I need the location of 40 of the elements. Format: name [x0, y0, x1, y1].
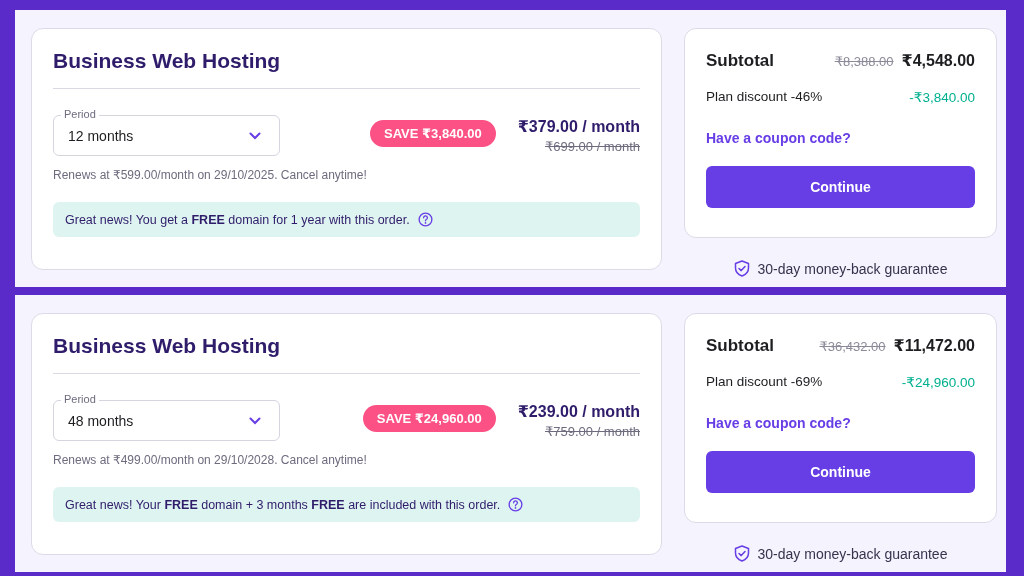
discount-label: Plan discount -46%	[706, 89, 823, 105]
continue-button[interactable]: Continue	[706, 451, 975, 493]
field-label: Period	[61, 107, 99, 121]
guarantee-text: 30-day money-back guarantee	[757, 545, 948, 562]
monthly-price: ₹379.00 / month	[517, 117, 640, 136]
monthly-price: ₹239.00 / month	[517, 402, 640, 421]
subtotal-label: Subtotal	[706, 51, 775, 71]
shield-check-icon	[733, 260, 750, 277]
continue-button[interactable]: Continue	[706, 166, 975, 208]
original-price: ₹759.00 / month	[545, 424, 640, 439]
chevron-down-icon	[249, 416, 261, 425]
dropdown-value: 12 months	[68, 127, 135, 144]
period-dropdown[interactable]: Period 48 months	[53, 392, 280, 441]
period-dropdown[interactable]: Period 12 months	[53, 107, 280, 156]
savings-badge: SAVE ₹3,840.00	[370, 120, 496, 147]
subtotal-label: Subtotal	[706, 336, 775, 356]
chevron-down-icon	[249, 131, 261, 140]
renewal-note: Renews at ₹599.00/month on 29/10/2025. Cancel anytime!	[53, 168, 368, 182]
renewal-note: Renews at ₹499.00/month on 29/10/2028. Cancel anytime!	[53, 453, 368, 467]
coupon-link[interactable]: Have a coupon code?	[706, 130, 975, 146]
coupon-link[interactable]: Have a coupon code?	[706, 415, 975, 431]
discount-label: Plan discount -69%	[706, 374, 823, 390]
subtotal-amount: ₹4,548.00	[901, 51, 975, 70]
discount-amount: -₹24,960.00	[901, 374, 975, 390]
plan-title: Business Web Hosting	[53, 334, 282, 358]
notice-text: Great news! Your FREE domain + 3 months FREE are included with this order.	[65, 497, 501, 512]
help-icon[interactable]	[417, 212, 433, 227]
field-label: Period	[61, 392, 99, 406]
shield-check-icon	[733, 545, 750, 562]
discount-amount: -₹3,840.00	[909, 89, 975, 105]
plan-title: Business Web Hosting	[53, 49, 282, 73]
notice-text: Great news! You get a FREE domain for 1 year with this order.	[65, 212, 410, 227]
original-subtotal: ₹8,388.00	[834, 54, 894, 69]
original-subtotal: ₹36,432.00	[819, 339, 886, 354]
help-icon[interactable]	[508, 497, 524, 512]
guarantee-text: 30-day money-back guarantee	[757, 260, 948, 277]
dropdown-value: 48 months	[68, 412, 135, 429]
subtotal-amount: ₹11,472.00	[893, 336, 975, 355]
original-price: ₹699.00 / month	[545, 139, 640, 154]
savings-badge: SAVE ₹24,960.00	[362, 405, 496, 432]
